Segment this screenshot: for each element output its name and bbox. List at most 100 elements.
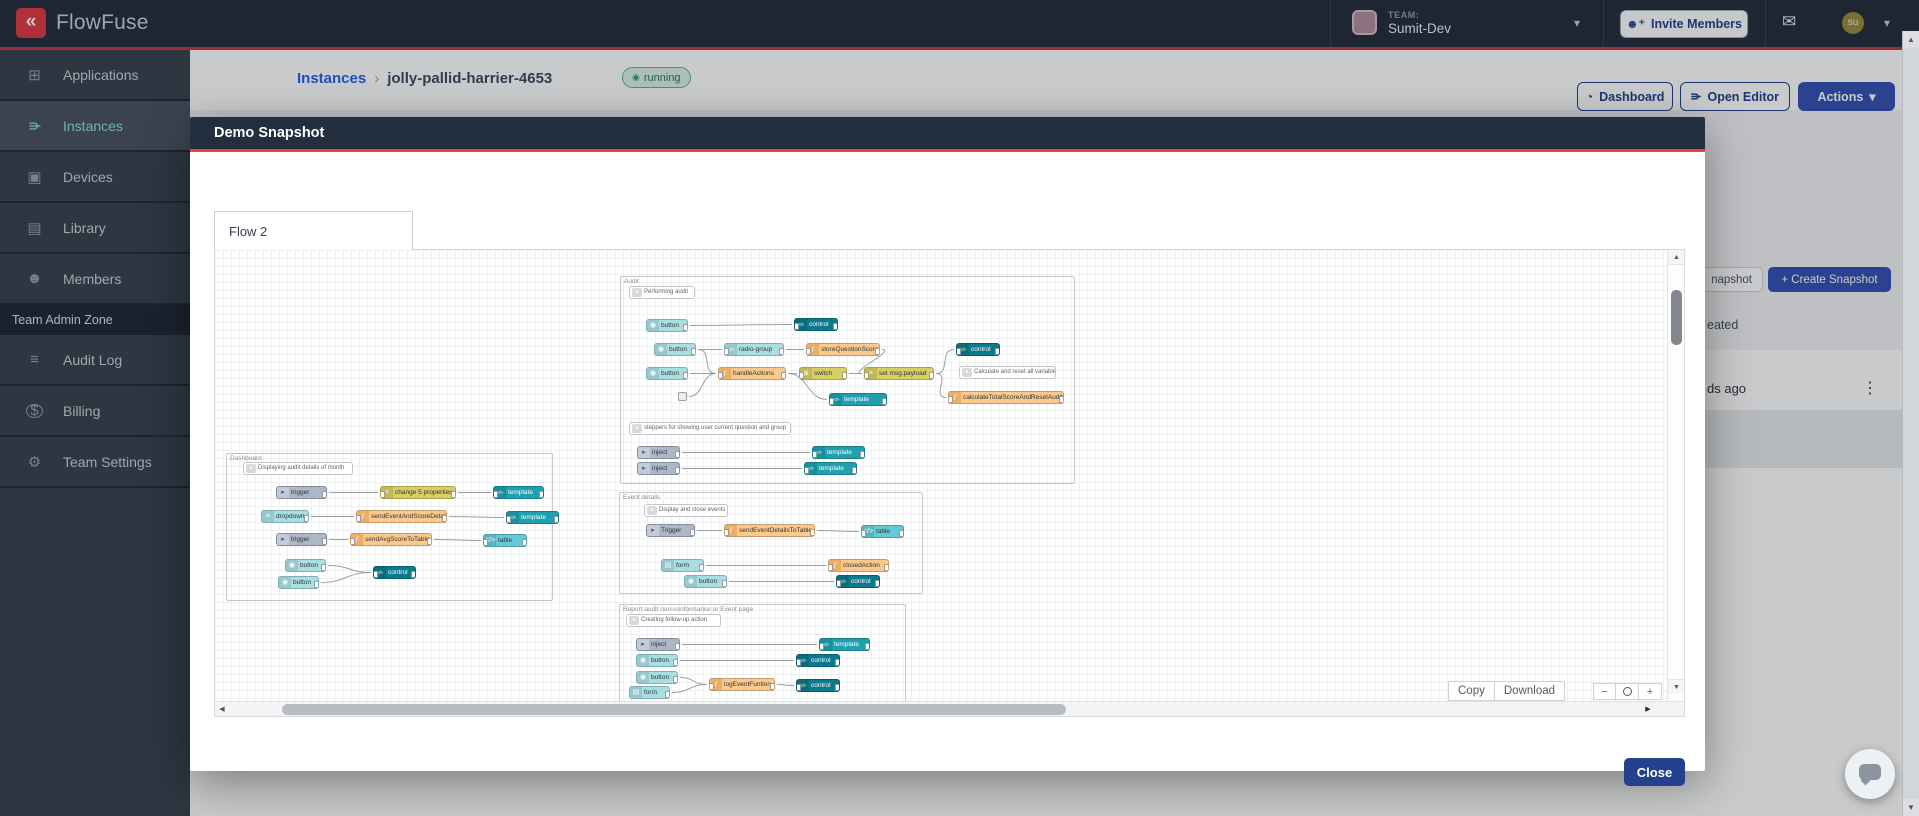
comment-node-icon: ● xyxy=(246,464,256,473)
comment-node-icon: ● xyxy=(632,288,642,297)
vertical-scroll-thumb[interactable] xyxy=(1671,290,1682,345)
template-node[interactable]: </> template xyxy=(493,486,544,499)
button-node[interactable]: ◉ button xyxy=(636,671,678,684)
node-label: button xyxy=(651,657,670,664)
scroll-left-icon[interactable]: ◀ xyxy=(215,702,229,717)
flow-canvas-wrap: ▲ ▼ Copy Download − + Audit Dashboard Even… xyxy=(214,249,1685,717)
control-node[interactable]: </> control xyxy=(796,654,840,667)
button-node-icon: ◉ xyxy=(685,576,697,587)
inject-node[interactable]: ▸ Trigger xyxy=(646,524,695,537)
page-scrollbar[interactable]: ▲ ▼ xyxy=(1902,31,1919,816)
inject-node-icon: ▸ xyxy=(638,447,650,458)
flow-canvas[interactable]: ▲ ▼ Copy Download − + Audit Dashboard Even… xyxy=(215,250,1684,701)
flow-group-label: Event details xyxy=(623,494,661,501)
scroll-right-icon[interactable]: ▶ xyxy=(1641,702,1655,717)
button-node[interactable]: ◉ button xyxy=(278,576,319,589)
chat-bubble-icon xyxy=(1859,764,1881,780)
zoom-reset-button[interactable] xyxy=(1616,683,1639,700)
chat-widget-button[interactable] xyxy=(1845,749,1895,799)
button-node[interactable]: ◉ button xyxy=(646,319,688,332)
node-label: table xyxy=(876,528,891,535)
scroll-down-icon[interactable]: ▼ xyxy=(1668,679,1684,694)
change-node-icon: × xyxy=(381,487,393,498)
function-node[interactable]: ƒ sendEventDetailsToTable xyxy=(724,524,815,537)
button-node[interactable]: ◉ button xyxy=(684,575,727,588)
inject-node[interactable]: ▸ inject xyxy=(637,462,680,475)
node-label: button xyxy=(661,370,680,377)
inject-node[interactable]: ▸ trigger xyxy=(276,533,327,546)
control-node[interactable]: </> control xyxy=(373,566,416,579)
function-node[interactable]: ƒ sendAvgScoreToTable xyxy=(350,533,432,546)
button-node-icon: ◉ xyxy=(286,560,298,571)
function-node[interactable]: ƒ sendEventAndScoreDetails xyxy=(356,510,447,523)
control-node[interactable]: </> control xyxy=(956,343,1000,356)
control-node-icon: </> xyxy=(957,344,969,355)
comment-node[interactable]: ● Creating follow-up action xyxy=(626,614,721,627)
function-node[interactable]: ƒ calculateTotalScoreAndResetAudit xyxy=(948,391,1064,404)
table-node[interactable]: </> table xyxy=(483,534,527,547)
function-node[interactable]: ƒ handleActions xyxy=(718,367,786,380)
template-node[interactable]: </> template xyxy=(804,462,857,475)
template-node[interactable]: </> template xyxy=(819,638,870,651)
form-node[interactable]: ▤ form xyxy=(629,686,670,699)
function-node-icon: ƒ xyxy=(710,679,722,690)
dropdown-node[interactable]: ≡ dropdown xyxy=(261,510,309,523)
inject-node[interactable]: ▸ inject xyxy=(636,638,680,651)
button-node[interactable]: ◉ button xyxy=(646,367,688,380)
comment-node[interactable]: ● Display and close events xyxy=(644,504,728,517)
control-node[interactable]: </> control xyxy=(836,575,880,588)
tab-flow-2[interactable]: Flow 2 xyxy=(214,211,413,250)
function-node-icon: ƒ xyxy=(719,368,731,379)
control-node[interactable]: </> control xyxy=(794,318,838,331)
template-node-icon: </> xyxy=(805,463,817,474)
comment-node[interactable]: ● steppers for showing user current quest… xyxy=(629,422,791,435)
change-node[interactable]: × change 5 properties xyxy=(380,486,456,499)
widget-node[interactable]: </> radio-group xyxy=(724,343,784,356)
switch-node[interactable]: ≶ switch xyxy=(799,367,847,380)
modal-body: Flow 2 ▲ ▼ Copy Download − + Audit Dashb… xyxy=(190,152,1705,786)
template-node[interactable]: </> template xyxy=(829,393,887,406)
node-label: control xyxy=(809,321,829,328)
control-node[interactable]: </> control xyxy=(796,679,840,692)
button-node-icon: ◉ xyxy=(655,344,667,355)
node-label: template xyxy=(844,396,869,403)
template-node[interactable]: </> template xyxy=(506,511,559,524)
app-root: « FlowFuse TEAM: Sumit-Dev ▾ ☻⁺ Invite M… xyxy=(0,0,1919,816)
template-node-icon: </> xyxy=(830,394,842,405)
link-node[interactable] xyxy=(678,392,687,401)
comment-node[interactable]: ● Displaying audit details of month xyxy=(243,462,353,475)
scroll-up-icon[interactable]: ▲ xyxy=(1668,250,1684,265)
button-node[interactable]: ◉ button xyxy=(636,654,678,667)
close-button[interactable]: Close xyxy=(1624,758,1685,786)
function-node[interactable]: ƒ logEventFuntion xyxy=(709,678,775,691)
copy-button[interactable]: Copy xyxy=(1448,681,1495,701)
comment-node[interactable]: ● Calculate and reset all variable xyxy=(959,366,1056,379)
comment-node[interactable]: ● Performing audit xyxy=(629,286,695,299)
function-node[interactable]: ƒ closedAction xyxy=(828,559,889,572)
node-label: button xyxy=(300,562,319,569)
scroll-down-icon[interactable]: ▼ xyxy=(1903,799,1919,816)
zoom-out-button[interactable]: − xyxy=(1593,683,1616,700)
table-node[interactable]: </> table xyxy=(861,525,904,538)
dropdown-node-icon: ≡ xyxy=(262,511,274,522)
modal-header: Demo Snapshot xyxy=(190,117,1705,149)
scroll-up-icon[interactable]: ▲ xyxy=(1903,31,1919,48)
node-label: template xyxy=(834,641,859,648)
zoom-in-button[interactable]: + xyxy=(1639,683,1662,700)
node-label: button xyxy=(651,674,670,681)
inject-node[interactable]: ▸ inject xyxy=(637,446,680,459)
change-node[interactable]: × set msg.payload xyxy=(864,367,934,380)
change-node-icon: × xyxy=(865,368,877,379)
tab-flow-2-label: Flow 2 xyxy=(229,223,268,239)
form-node[interactable]: ▤ form xyxy=(661,559,704,572)
inject-node-icon: ▸ xyxy=(277,534,289,545)
horizontal-scroll-thumb[interactable] xyxy=(282,704,1066,715)
control-node-icon: </> xyxy=(797,680,809,691)
button-node[interactable]: ◉ button xyxy=(654,343,696,356)
node-label: control xyxy=(811,682,831,689)
button-node[interactable]: ◉ button xyxy=(285,559,326,572)
template-node[interactable]: </> template xyxy=(812,446,865,459)
download-button[interactable]: Download xyxy=(1494,681,1566,701)
function-node[interactable]: ƒ storeQuestionScore xyxy=(806,343,880,356)
inject-node[interactable]: ▸ trigger xyxy=(276,486,327,499)
